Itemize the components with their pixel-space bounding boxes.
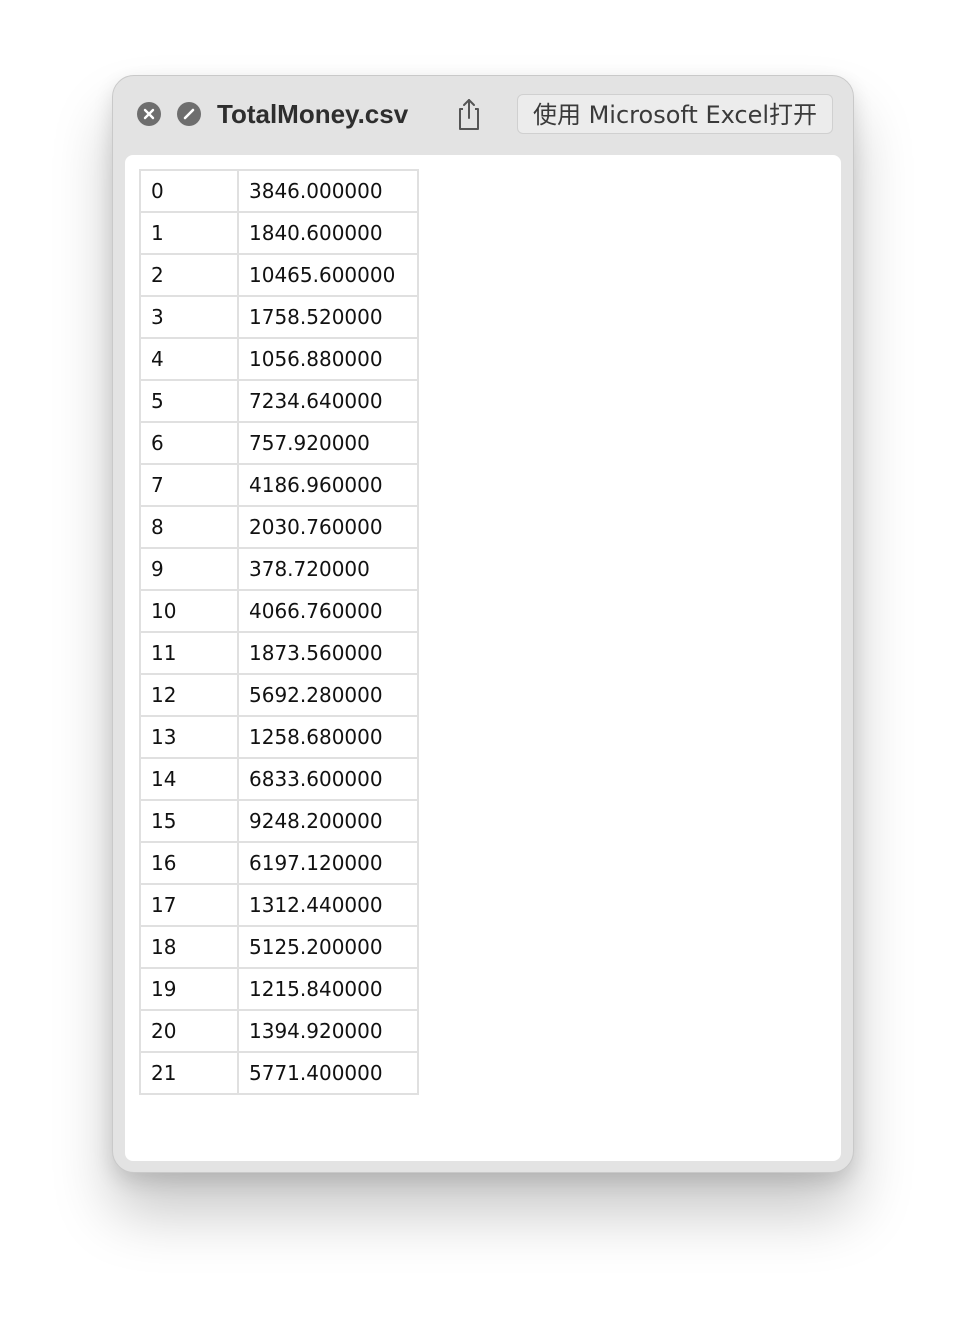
value-cell: 10465.600000 — [237, 253, 419, 297]
quicklook-window: TotalMoney.csv 使用 Microsoft Excel打开 0 384… — [112, 75, 854, 1173]
table-row: 11 1873.560000 — [139, 631, 419, 675]
value-cell: 1394.920000 — [237, 1009, 419, 1053]
table-row: 13 1258.680000 — [139, 715, 419, 759]
value-cell: 757.920000 — [237, 421, 419, 465]
index-cell: 4 — [139, 337, 239, 381]
full-screen-button[interactable] — [177, 102, 201, 126]
share-icon — [459, 99, 479, 130]
table-row: 15 9248.200000 — [139, 799, 419, 843]
open-with-excel-button[interactable]: 使用 Microsoft Excel打开 — [517, 94, 833, 134]
index-cell: 17 — [139, 883, 239, 927]
table-row: 16 6197.120000 — [139, 841, 419, 885]
value-cell: 5125.200000 — [237, 925, 419, 969]
index-cell: 20 — [139, 1009, 239, 1053]
index-cell: 18 — [139, 925, 239, 969]
index-cell: 7 — [139, 463, 239, 507]
close-icon — [143, 108, 155, 120]
index-cell: 11 — [139, 631, 239, 675]
index-cell: 1 — [139, 211, 239, 255]
table-row: 7 4186.960000 — [139, 463, 419, 507]
table-row: 17 1312.440000 — [139, 883, 419, 927]
index-cell: 6 — [139, 421, 239, 465]
table-row: 14 6833.600000 — [139, 757, 419, 801]
index-cell: 15 — [139, 799, 239, 843]
index-cell: 19 — [139, 967, 239, 1011]
share-button[interactable] — [453, 96, 485, 132]
value-cell: 378.720000 — [237, 547, 419, 591]
table-row: 18 5125.200000 — [139, 925, 419, 969]
index-cell: 12 — [139, 673, 239, 717]
csv-preview: 0 3846.000000 1 1840.600000 2 10465.600000 3 17… — [125, 155, 841, 1161]
index-cell: 2 — [139, 253, 239, 297]
table-row: 10 4066.760000 — [139, 589, 419, 633]
table-row: 3 1758.520000 — [139, 295, 419, 339]
titlebar: TotalMoney.csv 使用 Microsoft Excel打开 — [113, 76, 853, 154]
value-cell: 1258.680000 — [237, 715, 419, 759]
value-cell: 1056.880000 — [237, 337, 419, 381]
window-title: TotalMoney.csv — [217, 99, 409, 129]
index-cell: 3 — [139, 295, 239, 339]
table-row: 8 2030.760000 — [139, 505, 419, 549]
value-cell: 6197.120000 — [237, 841, 419, 885]
value-cell: 4186.960000 — [237, 463, 419, 507]
csv-table: 0 3846.000000 1 1840.600000 2 10465.600000 3 17… — [139, 169, 419, 1095]
value-cell: 1312.440000 — [237, 883, 419, 927]
table-row: 19 1215.840000 — [139, 967, 419, 1011]
table-row: 6 757.920000 — [139, 421, 419, 465]
value-cell: 2030.760000 — [237, 505, 419, 549]
index-cell: 13 — [139, 715, 239, 759]
value-cell: 3846.000000 — [237, 169, 419, 213]
index-cell: 16 — [139, 841, 239, 885]
index-cell: 5 — [139, 379, 239, 423]
value-cell: 5771.400000 — [237, 1051, 419, 1095]
value-cell: 6833.600000 — [237, 757, 419, 801]
index-cell: 0 — [139, 169, 239, 213]
table-row: 5 7234.640000 — [139, 379, 419, 423]
table-row: 2 10465.600000 — [139, 253, 419, 297]
table-row: 0 3846.000000 — [139, 169, 419, 213]
table-row: 12 5692.280000 — [139, 673, 419, 717]
value-cell: 1758.520000 — [237, 295, 419, 339]
index-cell: 14 — [139, 757, 239, 801]
value-cell: 5692.280000 — [237, 673, 419, 717]
close-button[interactable] — [137, 102, 161, 126]
index-cell: 10 — [139, 589, 239, 633]
table-row: 4 1056.880000 — [139, 337, 419, 381]
table-row: 1 1840.600000 — [139, 211, 419, 255]
table-row: 21 5771.400000 — [139, 1051, 419, 1095]
no-entry-icon — [183, 108, 195, 120]
value-cell: 7234.640000 — [237, 379, 419, 423]
table-row: 20 1394.920000 — [139, 1009, 419, 1053]
table-row: 9 378.720000 — [139, 547, 419, 591]
value-cell: 1873.560000 — [237, 631, 419, 675]
value-cell: 4066.760000 — [237, 589, 419, 633]
index-cell: 9 — [139, 547, 239, 591]
index-cell: 8 — [139, 505, 239, 549]
value-cell: 1840.600000 — [237, 211, 419, 255]
value-cell: 9248.200000 — [237, 799, 419, 843]
value-cell: 1215.840000 — [237, 967, 419, 1011]
index-cell: 21 — [139, 1051, 239, 1095]
